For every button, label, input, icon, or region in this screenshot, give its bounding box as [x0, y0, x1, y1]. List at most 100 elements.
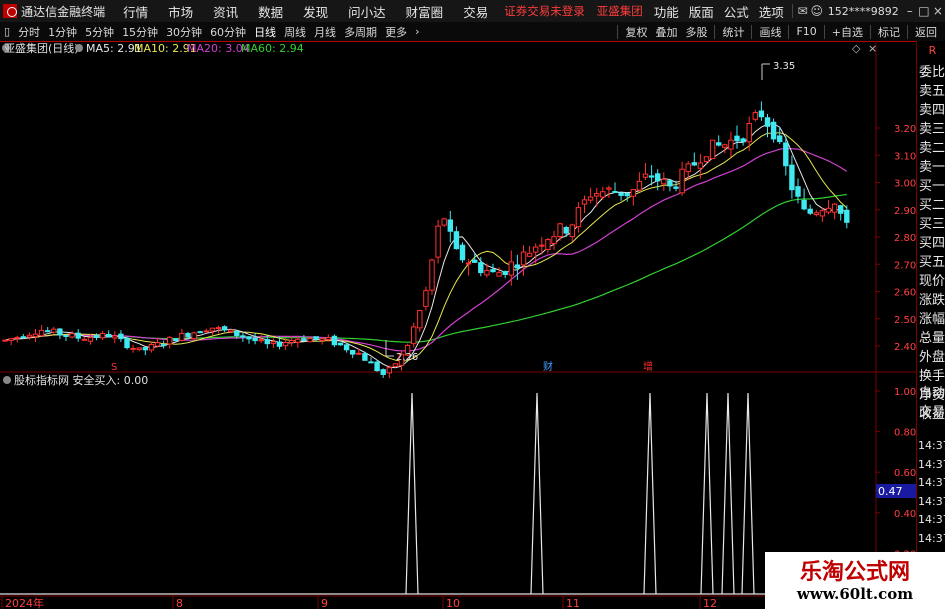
- tool-mark[interactable]: 标记: [874, 24, 904, 40]
- sidebar-trade[interactable]: 交易: [919, 403, 945, 423]
- candle: [167, 336, 173, 349]
- menu-options[interactable]: 选项: [754, 2, 789, 21]
- period-more[interactable]: 更多: [381, 24, 411, 40]
- candle: [581, 195, 588, 213]
- indicator-settings-icon[interactable]: [75, 44, 83, 52]
- menu-market[interactable]: 市场: [158, 2, 203, 21]
- chart-close-icon[interactable]: ×: [868, 42, 877, 55]
- menu-layout[interactable]: 版面: [684, 2, 719, 21]
- candle: [246, 336, 252, 344]
- sidebar-quote-3: 卖三: [919, 122, 945, 137]
- sub-collapse-icon[interactable]: [3, 376, 11, 384]
- menu-trade[interactable]: 交易: [453, 2, 498, 21]
- candle: [447, 210, 454, 243]
- price-tick-label: 2.60: [894, 288, 916, 299]
- tool-multi-stock[interactable]: 多股: [681, 24, 711, 40]
- candle: [587, 187, 594, 204]
- candle: [770, 118, 777, 143]
- maximize-icon[interactable]: □: [917, 4, 931, 18]
- sidebar-time-4: 14:37: [918, 513, 945, 526]
- minimize-icon[interactable]: –: [903, 4, 917, 18]
- menu-function[interactable]: 功能: [649, 2, 684, 21]
- app-logo-icon: [3, 4, 18, 18]
- period-1min[interactable]: 1分钟: [44, 24, 81, 40]
- tool-statistics[interactable]: 统计: [718, 24, 748, 40]
- candle: [606, 185, 612, 198]
- candle: [838, 204, 844, 221]
- candle: [752, 109, 758, 122]
- period-multi[interactable]: 多周期: [340, 24, 381, 40]
- trade-login-notice[interactable]: 证券交易未登录: [498, 3, 591, 19]
- candle: [728, 131, 734, 158]
- ma60-value: MA60: 2.94: [241, 42, 304, 55]
- user-account[interactable]: 152****9892: [824, 5, 903, 18]
- candle: [459, 242, 466, 263]
- chart-settings-icon[interactable]: ◇: [852, 42, 861, 55]
- candle: [667, 179, 673, 192]
- menu-formula[interactable]: 公式: [719, 2, 754, 21]
- sidebar-quote-6: 买一: [919, 179, 945, 194]
- sub-chart-header: 股标指标网 安全买入: 0.00: [3, 373, 148, 387]
- candle: [270, 338, 277, 348]
- sidebar-quote-1: 卖五: [919, 84, 945, 99]
- candle: [429, 258, 435, 295]
- candle: [716, 135, 722, 147]
- user-icon[interactable]: ☺: [810, 4, 824, 18]
- chevron-right-icon[interactable]: ›: [411, 25, 423, 38]
- menu-ask[interactable]: 问小达: [338, 2, 396, 21]
- tool-overlay[interactable]: 叠加: [651, 24, 681, 40]
- period-intraday[interactable]: 分时: [14, 24, 44, 40]
- menu-discover[interactable]: 发现: [293, 2, 338, 21]
- close-icon[interactable]: ×: [931, 4, 945, 18]
- menu-news[interactable]: 资讯: [203, 2, 248, 21]
- menu-data[interactable]: 数据: [248, 2, 293, 21]
- current-stock-notice[interactable]: 亚盛集团: [591, 3, 649, 19]
- candle: [57, 328, 63, 340]
- layout-toggle-icon[interactable]: ▯: [0, 25, 14, 38]
- period-60min[interactable]: 60分钟: [206, 24, 250, 40]
- candle: [374, 360, 380, 372]
- candle: [32, 328, 39, 342]
- period-30min[interactable]: 30分钟: [162, 24, 206, 40]
- candle: [502, 270, 508, 279]
- time-tick-label: 9: [321, 597, 328, 609]
- tool-draw-line[interactable]: 画线: [755, 24, 785, 40]
- candle: [600, 186, 606, 200]
- event-marker-increase[interactable]: 增: [643, 360, 653, 373]
- buy-signal-spike: [530, 393, 544, 595]
- candle: [197, 330, 203, 334]
- candle: [746, 116, 752, 151]
- candle: [38, 325, 45, 337]
- candle: [173, 338, 179, 342]
- period-weekly[interactable]: 周线: [280, 24, 310, 40]
- tool-back[interactable]: 返回: [911, 24, 941, 40]
- sidebar-quote-13: 涨幅: [919, 312, 945, 327]
- price-tick-label: 2.80: [894, 233, 916, 244]
- tool-f10[interactable]: F10: [792, 25, 820, 38]
- period-5min[interactable]: 5分钟: [81, 24, 118, 40]
- event-marker-s[interactable]: S: [111, 362, 117, 373]
- menu-market-quotes[interactable]: 行情: [113, 2, 158, 21]
- menu-wealth[interactable]: 财富圈: [396, 2, 454, 21]
- candle: [758, 101, 765, 121]
- event-marker-finance[interactable]: 财: [543, 360, 553, 373]
- sidebar-quote-12: 涨跌: [919, 293, 945, 308]
- kline-chart[interactable]: 3.20 3.10 3.00 2.90 2.80 2.70 2.60 2.50 2.40 1.00…: [0, 41, 945, 609]
- tool-adjust[interactable]: 复权: [621, 24, 651, 40]
- candle: [81, 336, 87, 341]
- message-icon[interactable]: ✉: [796, 4, 810, 18]
- period-monthly[interactable]: 月线: [310, 24, 340, 40]
- price-tick-label: 2.50: [894, 315, 916, 326]
- candle: [417, 309, 423, 332]
- tool-add-watchlist[interactable]: +自选: [828, 24, 867, 40]
- low-pointer: [385, 340, 394, 357]
- candle: [636, 172, 643, 192]
- candle: [350, 349, 356, 359]
- sidebar-auto[interactable]: 自动: [919, 384, 945, 404]
- candle: [844, 205, 850, 229]
- time-tick-label: 2024年: [5, 596, 44, 609]
- candle: [252, 333, 258, 345]
- indicator-tick-label: 0.60: [894, 468, 916, 479]
- period-daily[interactable]: 日线: [250, 24, 280, 40]
- period-15min[interactable]: 15分钟: [118, 24, 162, 40]
